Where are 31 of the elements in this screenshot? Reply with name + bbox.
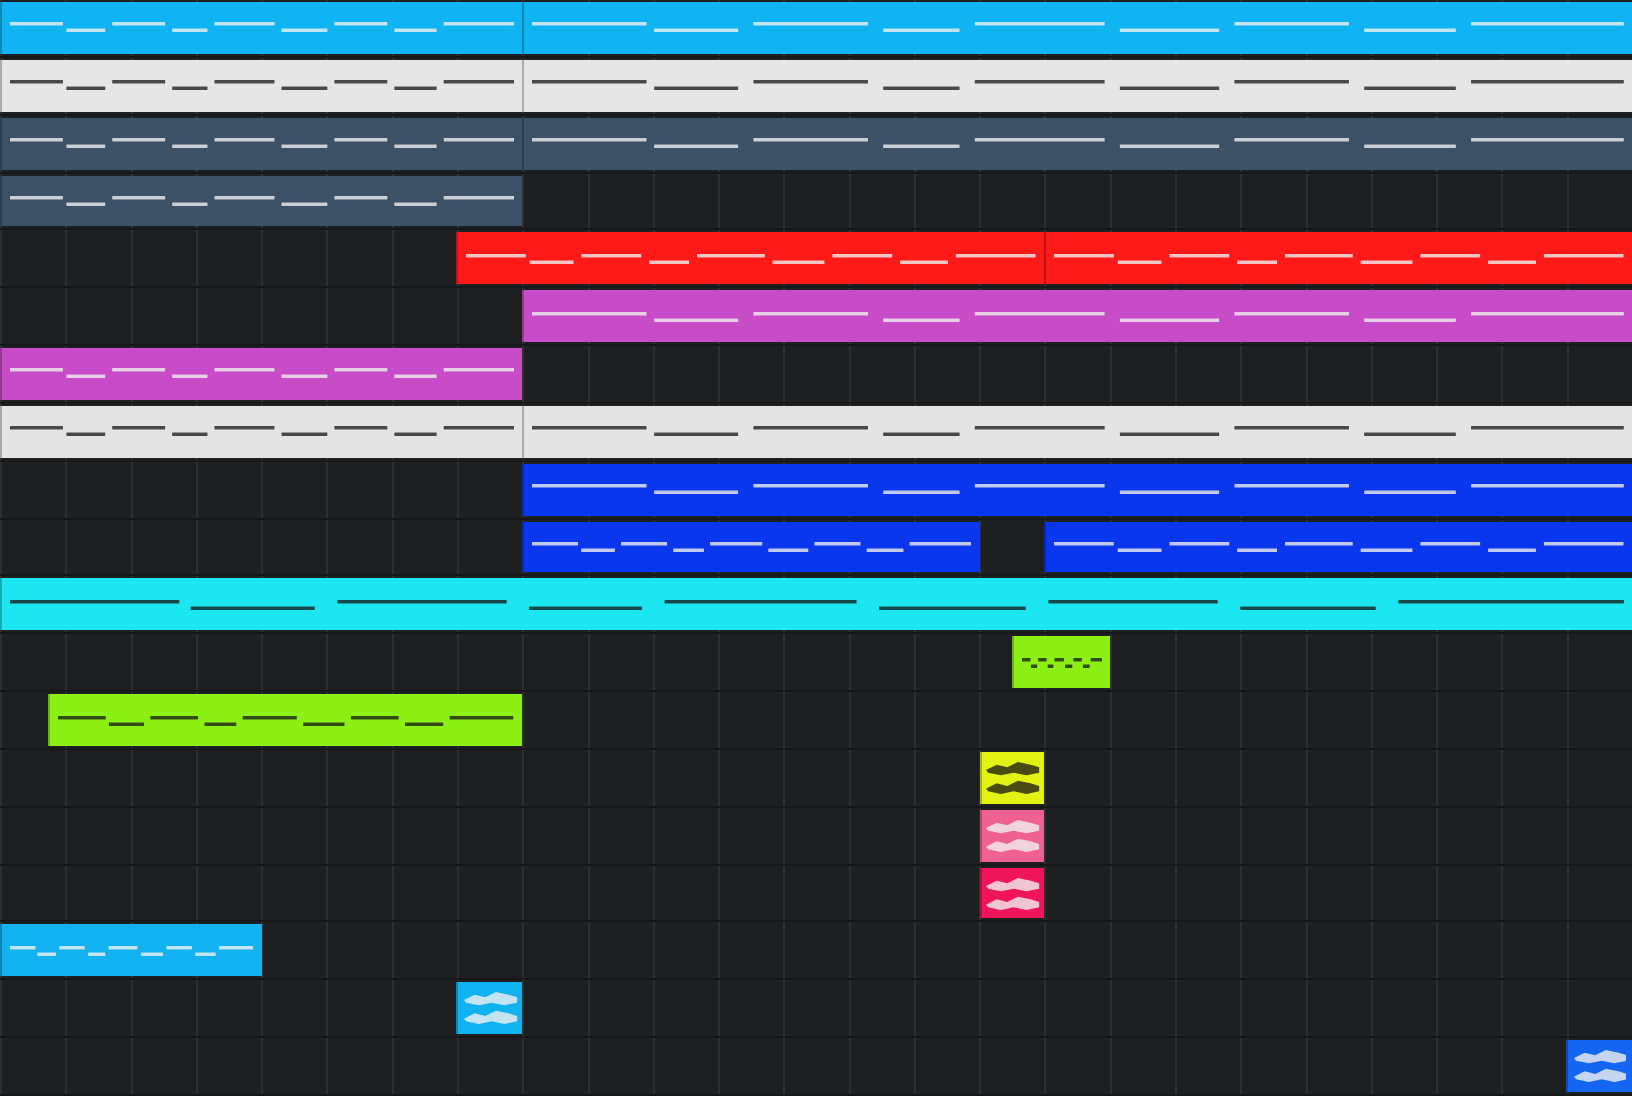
midi-clip[interactable] [522, 117, 1632, 170]
midi-clip[interactable] [48, 694, 523, 746]
midi-clip[interactable] [522, 463, 1632, 516]
waveform-drawing [986, 761, 1040, 794]
midi-clip[interactable] [0, 405, 523, 458]
midi-clip[interactable] [1044, 521, 1632, 573]
audio-clip[interactable] [979, 751, 1045, 804]
audio-clip[interactable] [979, 867, 1045, 919]
midi-clip[interactable] [0, 2, 523, 54]
midi-clip[interactable] [522, 290, 1632, 343]
midi-clip[interactable] [0, 924, 262, 977]
audio-clip[interactable] [456, 982, 523, 1035]
midi-clip[interactable] [1011, 636, 1110, 689]
midi-clip[interactable] [456, 232, 1045, 285]
midi-clip[interactable] [0, 578, 1632, 631]
midi-clip[interactable] [0, 117, 523, 170]
midi-clip[interactable] [0, 348, 523, 400]
midi-clip[interactable] [1044, 232, 1632, 285]
audio-clip[interactable] [979, 809, 1045, 862]
midi-clip[interactable] [522, 521, 980, 573]
waveform-drawing [986, 819, 1040, 852]
audio-clip[interactable] [1566, 1040, 1632, 1092]
midi-clip[interactable] [0, 59, 523, 112]
midi-notes-drawing [1021, 657, 1102, 668]
waveform-drawing [464, 992, 518, 1025]
midi-clip[interactable] [522, 59, 1632, 112]
waveform-drawing [1573, 1050, 1627, 1083]
midi-clip[interactable] [522, 2, 1632, 54]
midi-clip[interactable] [522, 405, 1632, 458]
midi-clip[interactable] [0, 175, 523, 227]
waveform-drawing [986, 877, 1040, 910]
